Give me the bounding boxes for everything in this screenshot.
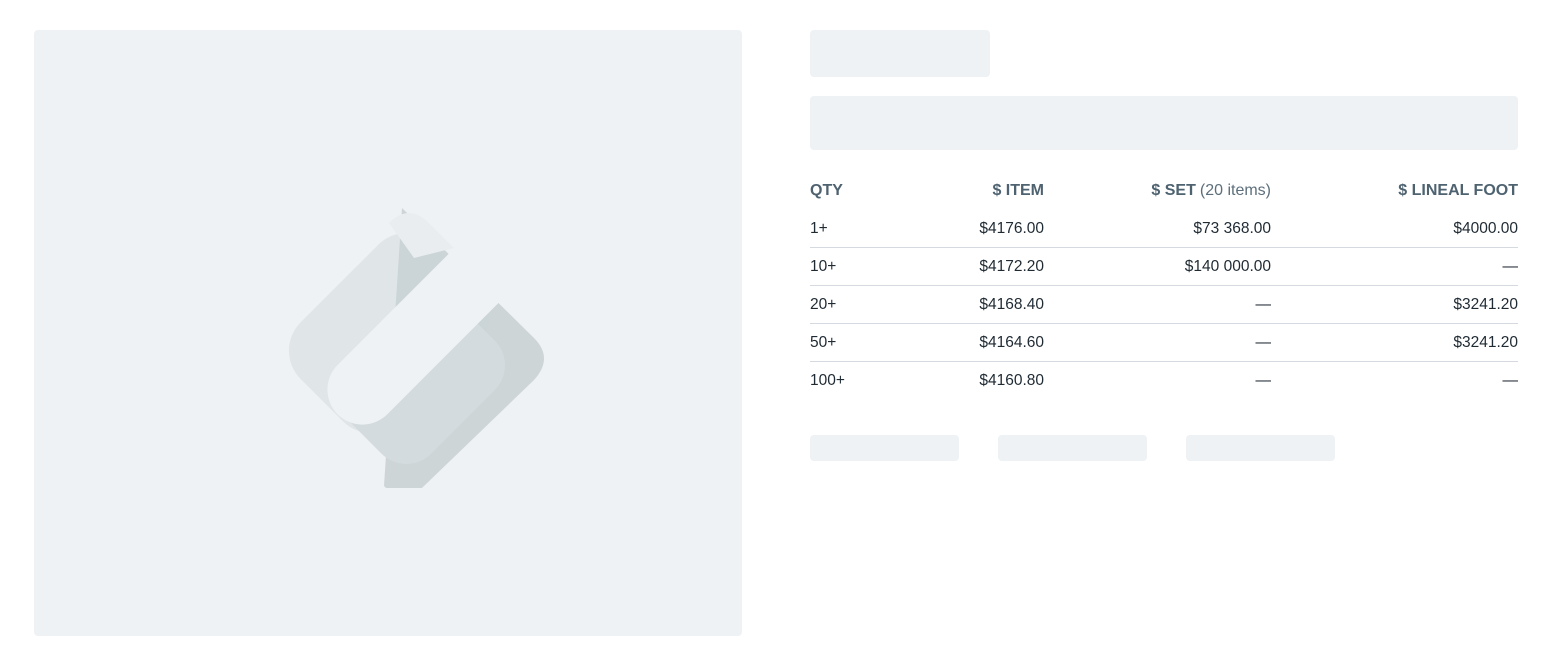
header-set-note: (20 items): [1199, 182, 1271, 199]
category-skeleton: [810, 30, 990, 77]
table-row: 50+ $4164.60 — $3241.20: [810, 323, 1518, 362]
set-price-cell: —: [1044, 323, 1271, 362]
table-row: 20+ $4168.40 — $3241.20: [810, 285, 1518, 324]
header-set-label: $ SET: [1151, 182, 1196, 199]
header-set-price: $ SET (20 items): [1044, 172, 1271, 210]
lineal-foot-price-cell: $4000.00: [1271, 210, 1518, 248]
qty-cell: 1+: [810, 210, 900, 248]
item-price-cell: $4172.20: [900, 247, 1044, 286]
price-table: QTY $ ITEM $ SET (20 items) $ LINEAL FOOT…: [810, 172, 1518, 399]
set-price-cell: —: [1044, 285, 1271, 324]
action-skeleton-1: [810, 435, 959, 461]
header-item-price: $ ITEM: [992, 182, 1044, 199]
qty-cell: 20+: [810, 285, 900, 324]
table-row: 100+ $4160.80 — —: [810, 362, 1518, 400]
lineal-foot-price-cell: $3241.20: [1271, 285, 1518, 324]
set-price-cell: $73 368.00: [1044, 210, 1271, 248]
item-price-cell: $4160.80: [979, 371, 1044, 389]
set-price-cell: —: [1255, 371, 1272, 389]
lineal-foot-price-cell: $3241.20: [1271, 323, 1518, 362]
product-image-placeholder: [34, 30, 742, 636]
header-qty: QTY: [810, 182, 843, 199]
action-skeleton-2: [998, 435, 1147, 461]
price-table-header: QTY $ ITEM $ SET (20 items) $ LINEAL FOOT: [810, 172, 1518, 210]
lineal-foot-price-cell: —: [1502, 371, 1519, 389]
header-lineal-foot-price: $ LINEAL FOOT: [1398, 182, 1518, 199]
qty-cell: 50+: [810, 323, 900, 362]
set-price-cell: $140 000.00: [1044, 247, 1271, 286]
lineal-foot-price-cell: —: [1271, 247, 1518, 286]
table-row: 1+ $4176.00 $73 368.00 $4000.00: [810, 210, 1518, 248]
item-price-cell: $4164.60: [900, 323, 1044, 362]
qty-cell: 100+: [810, 371, 845, 389]
item-price-cell: $4176.00: [900, 210, 1044, 248]
qty-cell: 10+: [810, 247, 900, 286]
action-skeleton-3: [1186, 435, 1335, 461]
product-title-skeleton: [810, 96, 1518, 150]
image-placeholder-icon: [288, 208, 544, 488]
table-row: 10+ $4172.20 $140 000.00 —: [810, 247, 1518, 286]
item-price-cell: $4168.40: [900, 285, 1044, 324]
